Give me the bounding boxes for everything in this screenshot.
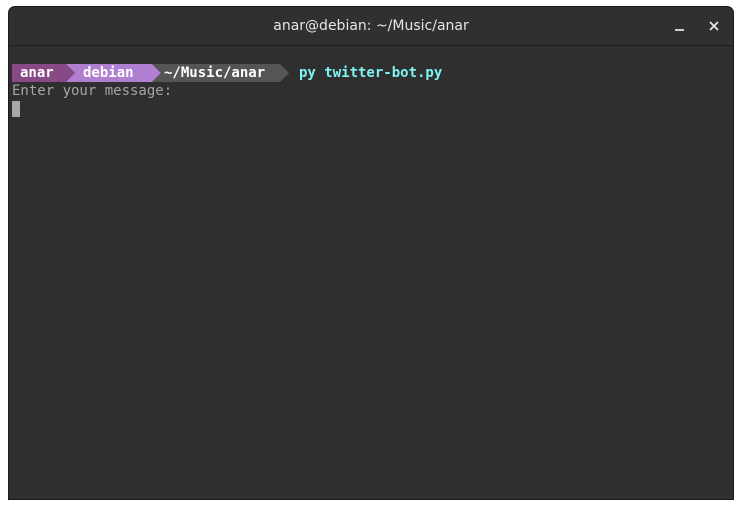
close-icon [709,21,719,31]
window-title: anar@debian: ~/Music/anar [273,18,469,34]
prompt-line: anar debian ~/Music/anar py twitter-bot.… [12,64,442,82]
prompt-host: debian [83,65,134,81]
title-bar[interactable]: anar@debian: ~/Music/anar [9,7,733,46]
minimize-icon [675,29,684,31]
input-line[interactable] [12,100,63,118]
prompt: anar debian ~/Music/anar [12,64,289,82]
output-line: Enter your message: [12,83,173,99]
terminal-content[interactable]: anar debian ~/Music/anar py twitter-bot.… [9,46,733,499]
close-button[interactable] [704,16,724,36]
text-cursor [12,101,20,117]
minimize-button[interactable] [670,16,690,36]
prompt-user: anar [20,65,54,81]
command-text: py twitter-bot.py [299,65,443,81]
terminal-window: anar@debian: ~/Music/anar anar debian ~/… [9,7,733,499]
prompt-path: ~/Music/anar [164,65,266,81]
